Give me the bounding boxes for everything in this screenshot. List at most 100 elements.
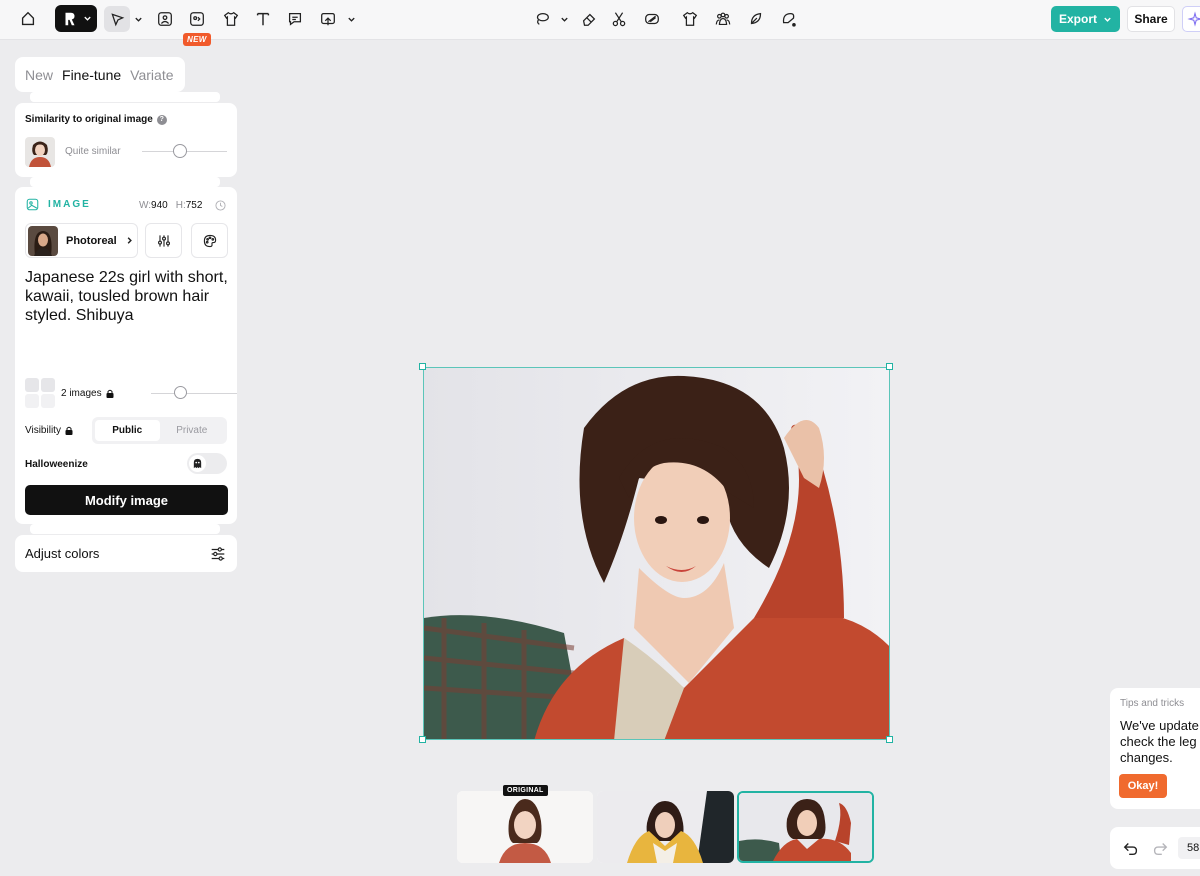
halloweenize-toggle[interactable] [187, 453, 227, 474]
visibility-toggle: Public Private [92, 417, 227, 444]
height-value[interactable]: 752 [186, 200, 203, 211]
apparel-tool-button[interactable] [218, 6, 244, 32]
magic-tool-button[interactable] [743, 6, 769, 32]
ai-assistant-button[interactable] [1182, 6, 1200, 32]
paint-tool-button[interactable] [776, 6, 802, 32]
advanced-settings-button[interactable] [145, 223, 182, 258]
visibility-label: Visibility [25, 425, 73, 436]
export-button[interactable]: Export [1051, 6, 1120, 32]
paint-icon [782, 12, 796, 27]
image-count-control: 2 images [25, 378, 237, 408]
lock-icon [106, 389, 114, 398]
image-icon [158, 12, 172, 26]
tips-text: We've update check the leg changes. [1120, 718, 1200, 766]
tab-fine-tune[interactable]: Fine-tune [62, 67, 121, 83]
tab-new[interactable]: New [25, 67, 53, 83]
image-heading: IMAGE [48, 199, 91, 210]
style-palette-button[interactable] [191, 223, 228, 258]
character-icon [190, 12, 204, 26]
app-logo-menu-button[interactable] [55, 5, 97, 32]
image-count-slider-knob[interactable] [174, 386, 188, 399]
width-label: W: [139, 200, 152, 211]
upload-icon [321, 12, 335, 26]
lasso-tool-dropdown[interactable] [559, 12, 569, 26]
image-tool-button[interactable] [152, 6, 178, 32]
top-toolbar: NEW Export Share [0, 0, 1200, 46]
image-settings-card: IMAGE W:940 H:752 Photoreal Japanese 22s… [15, 187, 237, 524]
share-button[interactable]: Share [1127, 6, 1175, 32]
original-image-thumbnail [25, 137, 55, 167]
prompt-textarea[interactable]: Japanese 22s girl with short, kawaii, to… [25, 268, 230, 325]
select-tool-button[interactable] [104, 6, 130, 32]
height-label: H: [175, 200, 186, 211]
style-label: Photoreal [66, 234, 117, 247]
similarity-slider-knob[interactable] [173, 144, 188, 158]
image-count-slider-track[interactable] [151, 393, 237, 394]
similarity-title: Similarity to original image ? [25, 114, 167, 125]
image-count-icon [25, 378, 55, 408]
chevron-down-icon [1104, 17, 1111, 22]
resize-handle-top-right[interactable] [886, 363, 893, 370]
adjust-colors-label: Adjust colors [25, 546, 100, 561]
upload-tool-button[interactable] [315, 6, 341, 32]
clothing-swap-button[interactable] [677, 6, 703, 32]
clock-icon[interactable] [215, 200, 226, 211]
similarity-title-text: Similarity to original image [25, 114, 153, 125]
resize-handle-top-left[interactable] [419, 363, 426, 370]
help-icon[interactable]: ? [156, 114, 167, 125]
image-dimensions: W:940 H:752 [139, 200, 202, 211]
home-icon[interactable] [15, 6, 41, 32]
ghost-icon [189, 455, 206, 472]
style-thumbnail [28, 225, 58, 256]
text-tool-button[interactable] [250, 6, 276, 32]
tips-title: Tips and tricks [1120, 698, 1185, 709]
chevron-down-icon [84, 16, 91, 21]
select-tool-dropdown[interactable] [133, 12, 143, 26]
tips-card: Tips and tricks We've update check the l… [1110, 688, 1200, 809]
thumbnail-original[interactable] [457, 791, 593, 863]
tips-line: changes. [1120, 750, 1173, 765]
adjust-colors-card[interactable]: Adjust colors [15, 535, 237, 572]
text-icon [256, 12, 270, 26]
visibility-public-option[interactable]: Public [95, 420, 160, 441]
crowd-tool-button[interactable] [710, 6, 736, 32]
character-tool-button[interactable] [184, 6, 210, 32]
logo-icon [65, 12, 75, 25]
eraser-tool-button[interactable] [576, 6, 602, 32]
image-count-label: 2 images [61, 388, 114, 399]
width-value[interactable]: 940 [151, 200, 168, 211]
halloweenize-label: Halloweenize [25, 459, 88, 470]
tab-variate[interactable]: Variate [130, 67, 173, 83]
resize-handle-bottom-right[interactable] [886, 736, 893, 743]
lock-icon [65, 426, 73, 435]
zoom-level[interactable]: 58 [1178, 837, 1200, 859]
sparkle-leaf-icon [750, 12, 762, 25]
chevron-right-icon [127, 237, 132, 244]
okay-button[interactable]: Okay! [1119, 774, 1167, 798]
image-count-text: 2 images [61, 388, 102, 399]
lasso-tool-button[interactable] [529, 6, 555, 32]
style-selector-button[interactable]: Photoreal [25, 223, 138, 258]
thumbnail-variation-2-selected[interactable] [737, 791, 874, 863]
similarity-value-label: Quite similar [65, 146, 121, 157]
modify-image-button[interactable]: Modify image [25, 485, 228, 515]
history-controls: 58 [1110, 827, 1200, 869]
adjust-sliders-icon [211, 547, 225, 561]
scissors-icon [612, 12, 626, 27]
comment-tool-button[interactable] [282, 6, 308, 32]
visibility-private-option[interactable]: Private [160, 420, 225, 441]
upload-tool-dropdown[interactable] [346, 12, 356, 26]
redo-icon[interactable] [1151, 839, 1169, 857]
lasso-icon [536, 12, 549, 25]
remove-background-button[interactable] [639, 6, 665, 32]
cut-tool-button[interactable] [606, 6, 632, 32]
panel-connector [30, 177, 220, 187]
chevron-down-icon [347, 17, 355, 22]
new-badge: NEW [183, 33, 211, 46]
generated-image[interactable] [423, 367, 890, 740]
resize-handle-bottom-left[interactable] [419, 736, 426, 743]
people-icon [715, 12, 731, 25]
similarity-card: Similarity to original image ? Quite sim… [15, 103, 237, 177]
thumbnail-variation-1[interactable] [597, 791, 734, 863]
undo-icon[interactable] [1122, 839, 1140, 857]
